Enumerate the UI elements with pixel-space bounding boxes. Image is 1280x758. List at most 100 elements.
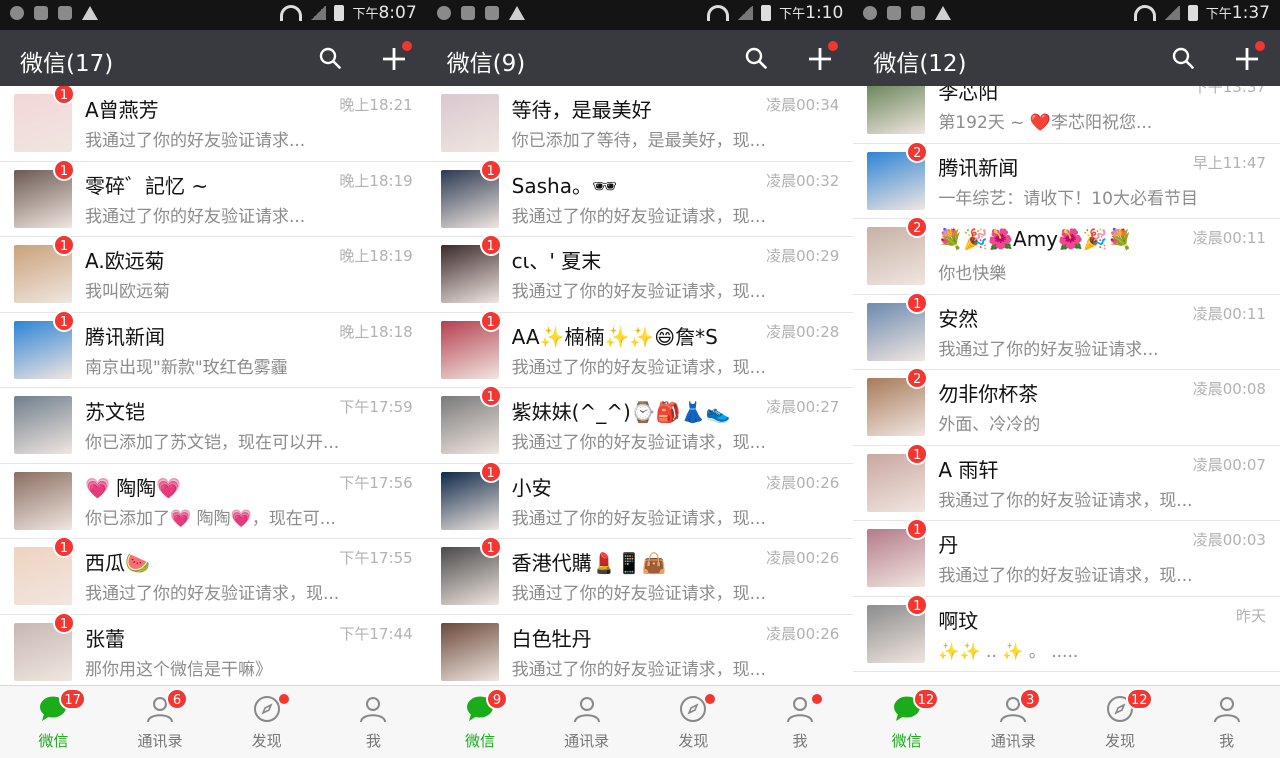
chat-row[interactable]: 💗 陶陶💗 你已添加了💗 陶陶💗，现在可... 下午17:56 — [0, 463, 427, 539]
chat-time: 下午17:44 — [339, 624, 413, 643]
battery-icon — [334, 5, 345, 21]
avatar — [440, 622, 499, 681]
battery-icon — [761, 5, 772, 21]
wechat-status-icon — [863, 6, 878, 20]
chat-row[interactable]: 1 小安 我通过了你的好友验证请求，现... 凌晨00:26 — [426, 460, 854, 539]
app-status-icon — [887, 6, 902, 20]
tab-me[interactable]: 我 — [747, 686, 854, 758]
chat-name: 香港代購💄📱👜 — [511, 551, 667, 575]
tab-badge: 6 — [166, 688, 188, 710]
chat-time: 下午17:55 — [339, 549, 413, 567]
chat-preview: 外面、冷冷的 — [938, 415, 1041, 435]
search-icon[interactable] — [745, 47, 768, 69]
chat-name: 勿非你杯茶 — [938, 382, 1039, 406]
chat-row[interactable]: 1 丹我通过了你的好友验证请求，现... 凌晨00:03 — [853, 518, 1280, 597]
unread-badge: 2 — [906, 140, 929, 163]
unread-badge: 1 — [479, 309, 502, 332]
tab-badge: 17 — [59, 688, 86, 710]
unread-badge: 1 — [479, 158, 502, 181]
chat-row[interactable]: 等待，是最美好你已添加了等待，是最美好，现... 凌晨00:34 — [426, 86, 854, 162]
tab-me[interactable]: 我 — [1173, 686, 1280, 758]
chat-row[interactable]: 2 勿非你杯茶 外面、冷冷的 凌晨00:08 — [853, 367, 1280, 446]
tab-chats[interactable]: 17 微信 — [0, 686, 107, 758]
chat-row[interactable]: 2 腾讯新闻 一年综艺：请收下！10大必看节目 早上11:47 — [853, 140, 1280, 219]
tab-chats[interactable]: 12 微信 — [853, 686, 960, 758]
add-icon[interactable] — [807, 41, 839, 72]
chat-time: 早上11:47 — [1192, 153, 1266, 172]
page-title: 微信(9) — [446, 51, 526, 77]
add-icon[interactable] — [1234, 41, 1265, 72]
chat-preview: 我通过了你的好友验证请求，现... — [938, 566, 1193, 586]
chat-name: 等待，是最美好 — [511, 98, 652, 122]
chat-list[interactable]: 1 A曾燕芳 我通过了你的好友验证请求... 晚上18:21 1 零碎゛記忆 ~ 我通过了你… — [0, 86, 427, 686]
tab-discover[interactable]: 发现 — [640, 686, 747, 758]
chat-list[interactable]: 等待，是最美好 你已添加了等待，是最美好，现... 凌晨00:34 1 Sasha。🕶 我… — [426, 86, 854, 686]
chat-name: 白色牡丹 — [511, 626, 592, 651]
chat-time: 凌晨00:26 — [766, 624, 840, 643]
compass-icon — [678, 694, 708, 724]
tab-contacts[interactable]: 通讯录 — [533, 686, 640, 758]
compass-icon — [252, 694, 282, 724]
chat-row[interactable]: 1 Sasha。🕶 我通过了你的好友验证请求，现... 凌晨00:32 — [426, 158, 854, 237]
tab-label: 通讯录 — [990, 732, 1036, 750]
chat-row[interactable]: 1 零碎゛記忆 ~ 我通过了你的好友验证请求... 晚上18:19 — [0, 158, 427, 237]
search-icon[interactable] — [319, 47, 341, 69]
search-icon[interactable] — [1172, 47, 1194, 69]
warning-status-icon — [935, 6, 952, 20]
chat-preview: 你已添加了等待，是最美好，现... — [511, 131, 766, 151]
chat-list[interactable]: 李芯阳 第192天 ~ ❤️李芯阳祝您... 下午13:37 2 腾讯新闻 一年综艺：请收… — [853, 86, 1280, 686]
chat-row[interactable]: 1 西瓜🍉 我通过了你的好友验证请求，现... 下午17:55 — [0, 536, 427, 615]
chat-row[interactable]: 1 A曾燕芳 我通过了你的好友验证请求... 晚上18:21 — [0, 86, 427, 162]
chat-row[interactable]: 1 AA✨楠楠✨✨😄詹*S 我通过了你的好友验证请求，现... 凌晨00:28 — [426, 309, 854, 388]
phone-panel: 下午8:07 微信(17) 1 A曾燕芳 我通过了你的好友验证请求... 晚上18:2… — [0, 0, 427, 758]
tab-label: 我 — [792, 732, 808, 750]
chat-row[interactable]: 1 安然 我通过了你的好友验证请求... 凌晨00:11 — [853, 291, 1280, 370]
unread-badge: 1 — [53, 536, 75, 558]
tab-me[interactable]: 我 — [320, 686, 427, 758]
person-icon — [358, 694, 388, 724]
chat-row[interactable]: 李芯阳 第192天 ~ ❤️李芯阳祝您... 下午13:37 — [853, 86, 1280, 144]
tab-contacts[interactable]: 6 通讯录 — [107, 686, 214, 758]
signal-icon — [1163, 6, 1180, 20]
chat-name: 丹 — [938, 533, 959, 557]
chat-time: 凌晨00:07 — [1192, 455, 1266, 474]
tab-label: 通讯录 — [137, 732, 183, 750]
tab-discover[interactable]: 12 发现 — [1067, 686, 1174, 758]
chat-row[interactable]: 2 💐🎉🌺Amy🌺🎉💐 你也快樂 凌晨00:11 — [853, 216, 1280, 295]
tab-badge: 3 — [1019, 688, 1042, 710]
chat-time: 凌晨00:26 — [766, 473, 840, 492]
chat-preview: 我通过了你的好友验证请求，现... — [511, 659, 766, 680]
wifi-icon — [707, 5, 730, 21]
chat-row[interactable]: 1 啊玟 ✨✨ .. ✨ 。 ..... 昨天 — [853, 593, 1280, 672]
chat-row[interactable]: 1 A 雨轩 我通过了你的好友验证请求，现... 凌晨00:07 — [853, 442, 1280, 521]
chat-row[interactable]: 1 腾讯新闻 南京出现"新款"玫红色雾霾 晚上18:18 — [0, 309, 427, 388]
wechat-status-icon — [436, 6, 451, 20]
status-bar: 下午1:10 — [426, 0, 854, 30]
chat-row[interactable]: 1 紫妹妹(^_^)⌚🎒👗👟 我通过了你的好友验证请求，现... 凌晨00:27 — [426, 385, 854, 464]
chat-row[interactable]: 苏文铠 你已添加了苏文铠，现在可以开... 下午17:59 — [0, 388, 427, 464]
tab-discover[interactable]: 发现 — [213, 686, 320, 758]
unread-badge: 1 — [479, 536, 502, 558]
chat-time: 凌晨00:34 — [766, 96, 840, 114]
chat-time: 下午17:56 — [339, 473, 413, 492]
chat-preview: 我通过了你的好友验证请求，现... — [511, 206, 766, 227]
chat-time: 凌晨00:27 — [766, 398, 840, 416]
status-bar: 下午1:37 — [853, 0, 1280, 30]
tab-chats[interactable]: 9 微信 — [427, 686, 534, 758]
chat-time: 下午17:59 — [339, 398, 413, 416]
tab-notification-dot — [812, 694, 822, 704]
chat-name: 啊玟 — [938, 608, 979, 633]
chat-name: cι、' 夏末 — [511, 249, 602, 273]
chat-preview: 我通过了你的好友验证请求，现... — [511, 584, 766, 604]
chat-name: 小安 — [511, 475, 552, 500]
chat-row[interactable]: 1 香港代購💄📱👜 我通过了你的好友验证请求，现... 凌晨00:26 — [426, 536, 854, 615]
chat-row[interactable]: 白色牡丹我通过了你的好友验证请求，现... 凌晨00:26 — [426, 614, 854, 686]
chat-row[interactable]: 1 A.欧远菊 我叫欧远菊 晚上18:19 — [0, 234, 427, 313]
chat-row[interactable]: 1 cι、' 夏末 我通过了你的好友验证请求，现... 凌晨00:29 — [426, 234, 854, 313]
chat-preview: 一年综艺：请收下！10大必看节目 — [938, 188, 1198, 209]
tab-contacts[interactable]: 3 通讯录 — [960, 686, 1067, 758]
add-icon[interactable] — [381, 41, 412, 72]
chat-preview: 我通过了你的好友验证请求... — [85, 206, 306, 227]
chat-row[interactable]: 1 张蕾 那你用这个微信是干嘛》 下午17:44 — [0, 611, 427, 686]
person-icon — [1212, 694, 1242, 724]
